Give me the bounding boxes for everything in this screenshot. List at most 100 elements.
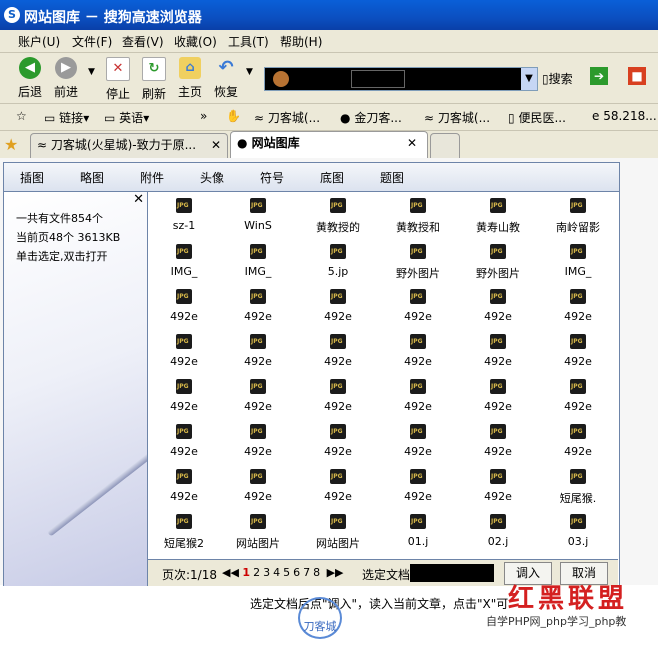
- tab-close-icon[interactable]: ✕: [211, 134, 221, 156]
- file-item[interactable]: 492e: [218, 424, 298, 458]
- restore-dropdown-icon[interactable]: ▼: [246, 67, 253, 77]
- file-item[interactable]: 492e: [538, 289, 618, 323]
- close-icon[interactable]: ✕: [133, 192, 144, 207]
- links-menu[interactable]: ▭ 链接▾: [44, 109, 89, 126]
- file-item[interactable]: 492e: [378, 334, 458, 368]
- address-text-field[interactable]: [351, 70, 405, 88]
- menu-tools[interactable]: 工具(T): [228, 33, 269, 50]
- page-link[interactable]: 3: [263, 566, 270, 579]
- file-item[interactable]: 492e: [458, 424, 538, 458]
- page-link[interactable]: 8: [313, 566, 320, 579]
- file-item[interactable]: 492e: [144, 424, 224, 458]
- file-item[interactable]: 短尾猴.: [538, 469, 618, 506]
- file-item[interactable]: 492e: [538, 379, 618, 413]
- sogou-sidebar-icon[interactable]: ■: [628, 67, 646, 85]
- stop-button[interactable]: ✕ 停止: [100, 57, 136, 102]
- restore-button[interactable]: ↶ 恢复: [208, 57, 244, 100]
- file-item[interactable]: 492e: [298, 289, 378, 323]
- file-item[interactable]: 492e: [538, 424, 618, 458]
- menu-file[interactable]: 文件(F): [72, 33, 112, 50]
- refresh-button[interactable]: ↻ 刷新: [136, 57, 172, 102]
- file-item[interactable]: 492e: [144, 379, 224, 413]
- selected-doc-field[interactable]: [410, 564, 494, 582]
- file-item[interactable]: 492e: [298, 424, 378, 458]
- file-item[interactable]: IMG_: [218, 244, 298, 278]
- file-item[interactable]: WinS: [218, 198, 298, 232]
- file-item[interactable]: 野外图片: [458, 244, 538, 281]
- file-item[interactable]: 492e: [144, 469, 224, 503]
- file-item[interactable]: 492e: [144, 289, 224, 323]
- category-tab[interactable]: 略图: [80, 169, 104, 186]
- new-tab-button[interactable]: [430, 133, 460, 158]
- menu-view[interactable]: 查看(V): [122, 33, 164, 50]
- category-tab[interactable]: 题图: [380, 169, 404, 186]
- file-item[interactable]: 492e: [458, 334, 538, 368]
- tab-dakecheng[interactable]: ≈ 刀客城(火星城)-致力于原... ✕: [30, 133, 228, 158]
- file-item[interactable]: 492e: [298, 469, 378, 503]
- link-item[interactable]: ● 金刀客...: [340, 109, 402, 126]
- category-tab[interactable]: 插图: [20, 169, 44, 186]
- link-item[interactable]: e 58.218...: [592, 109, 657, 123]
- back-button[interactable]: ◀ 后退: [12, 57, 48, 100]
- menu-favorites[interactable]: 收藏(O): [174, 33, 217, 50]
- category-tab[interactable]: 底图: [320, 169, 344, 186]
- file-item[interactable]: 492e: [298, 379, 378, 413]
- file-item[interactable]: 492e: [458, 379, 538, 413]
- category-tab[interactable]: 附件: [140, 169, 164, 186]
- menu-account[interactable]: 账户(U): [18, 33, 60, 50]
- forward-button[interactable]: ▶ 前进: [48, 57, 84, 100]
- page-link[interactable]: 2: [253, 566, 260, 579]
- first-page-icon[interactable]: ◀◀: [222, 566, 239, 579]
- address-bar[interactable]: ▼: [264, 67, 538, 91]
- tab-gallery[interactable]: ● 网站图库 ✕: [230, 131, 428, 159]
- file-item[interactable]: 492e: [218, 334, 298, 368]
- forward-dropdown-icon[interactable]: ▼: [88, 67, 95, 77]
- file-item[interactable]: 黄教授的: [298, 198, 378, 235]
- file-item[interactable]: 南岭留影: [538, 198, 618, 235]
- address-dropdown-icon[interactable]: ▼: [521, 68, 537, 90]
- file-item[interactable]: 黄寿山教: [458, 198, 538, 235]
- file-item[interactable]: 492e: [144, 334, 224, 368]
- file-item[interactable]: 黄教授和: [378, 198, 458, 235]
- search-button[interactable]: ▯搜索: [542, 70, 573, 87]
- go-arrow-icon[interactable]: ➔: [590, 67, 608, 85]
- file-item[interactable]: IMG_: [538, 244, 618, 278]
- file-item[interactable]: 网站图片: [218, 514, 298, 551]
- file-item[interactable]: 492e: [538, 334, 618, 368]
- category-tab[interactable]: 符号: [260, 169, 284, 186]
- tab-close-icon[interactable]: ✕: [407, 132, 417, 154]
- menu-help[interactable]: 帮助(H): [280, 33, 322, 50]
- category-tab[interactable]: 头像: [200, 169, 224, 186]
- page-link[interactable]: 5: [283, 566, 290, 579]
- home-button[interactable]: ⌂ 主页: [172, 57, 208, 100]
- file-item[interactable]: 03.j: [538, 514, 618, 548]
- file-item[interactable]: 5.jp: [298, 244, 378, 278]
- file-item[interactable]: 492e: [378, 289, 458, 323]
- file-item[interactable]: 492e: [298, 334, 378, 368]
- page-link[interactable]: 1: [242, 566, 250, 579]
- last-page-icon[interactable]: ▶▶: [327, 566, 344, 579]
- file-item[interactable]: 492e: [458, 469, 538, 503]
- file-item[interactable]: 492e: [218, 379, 298, 413]
- link-item[interactable]: ≈ 刀客城(...: [254, 109, 320, 126]
- file-item[interactable]: IMG_: [144, 244, 224, 278]
- favorites-star-icon[interactable]: ★: [4, 135, 18, 154]
- page-link[interactable]: 6: [293, 566, 300, 579]
- file-item[interactable]: 短尾猴2: [144, 514, 224, 551]
- more-links-chevron-icon[interactable]: »: [200, 109, 207, 123]
- file-item[interactable]: 492e: [378, 424, 458, 458]
- page-link[interactable]: 4: [273, 566, 280, 579]
- file-item[interactable]: 492e: [458, 289, 538, 323]
- file-item[interactable]: 492e: [218, 469, 298, 503]
- file-item[interactable]: 492e: [218, 289, 298, 323]
- link-item[interactable]: ▯ 便民医...: [508, 109, 566, 126]
- add-favorite-icon[interactable]: ☆: [16, 109, 27, 123]
- file-item[interactable]: sz-1: [144, 198, 224, 232]
- file-item[interactable]: 网站图片: [298, 514, 378, 551]
- file-item[interactable]: 01.j: [378, 514, 458, 548]
- file-item[interactable]: 野外图片: [378, 244, 458, 281]
- file-item[interactable]: 02.j: [458, 514, 538, 548]
- english-menu[interactable]: ▭ 英语▾: [104, 109, 149, 126]
- link-item[interactable]: ≈ 刀客城(...: [424, 109, 490, 126]
- page-link[interactable]: 7: [303, 566, 310, 579]
